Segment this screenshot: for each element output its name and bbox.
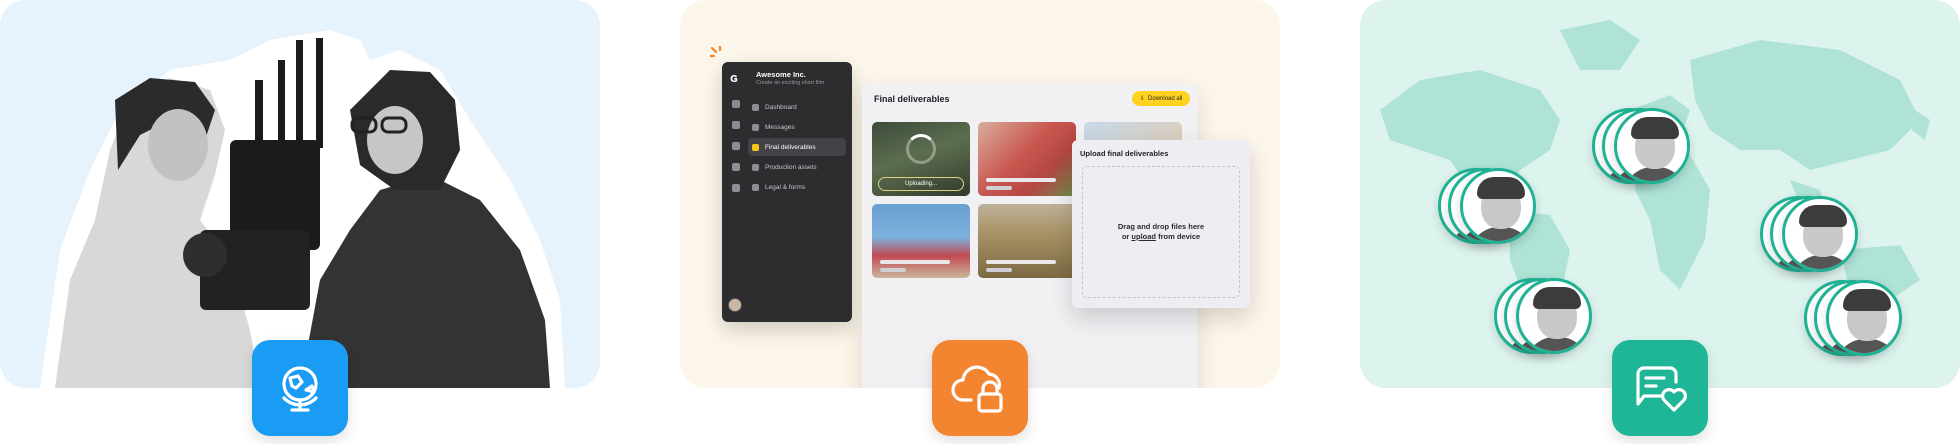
folder-icon[interactable] [732, 121, 740, 129]
deliverable-tile[interactable] [978, 204, 1076, 278]
sidebar-item-label: Legal & forms [765, 183, 806, 191]
team-member-stack[interactable] [1804, 280, 1914, 360]
tile-meta-placeholder [986, 268, 1012, 272]
deliverable-tile[interactable] [978, 122, 1076, 196]
app-sidebar: ɢ Awesome Inc. Create an exciting short … [722, 62, 852, 322]
avatar[interactable] [728, 298, 742, 312]
file-dropzone[interactable]: Drag and drop files here or upload from … [1082, 166, 1240, 298]
upload-modal: Upload final deliverables Drag and drop … [1072, 140, 1250, 308]
sidebar-item-label: Production assets [765, 163, 817, 171]
app-logo-icon: ɢ [730, 70, 738, 85]
collaboration-card [0, 0, 600, 388]
sidebar-item-production-assets[interactable]: Production assets [748, 158, 846, 176]
tile-title-placeholder [986, 260, 1056, 264]
tile-meta-placeholder [880, 268, 906, 272]
icon-rail [728, 100, 744, 205]
tile-title-placeholder [880, 260, 950, 264]
uploading-status: Uploading... [878, 177, 964, 191]
download-icon: ⇩ [1140, 96, 1146, 102]
chat-heart-badge [1612, 340, 1708, 436]
film-crew-photo [40, 30, 565, 388]
avatar [1516, 278, 1592, 354]
dropzone-secondary: or upload from device [1122, 232, 1200, 242]
company-name: Awesome Inc. [756, 70, 806, 79]
avatar [1782, 196, 1858, 272]
project-tagline: Create an exciting short film [756, 80, 825, 86]
deliverables-card: ɢ Awesome Inc. Create an exciting short … [680, 0, 1280, 388]
globe-icon [282, 366, 318, 412]
tile-meta-placeholder [986, 186, 1012, 190]
dropzone-suffix: from device [1156, 232, 1201, 241]
deliverables-icon [752, 143, 759, 151]
download-all-label: Download all [1148, 95, 1183, 102]
dropzone-prefix: or [1121, 232, 1132, 241]
chat-heart-icon [1636, 366, 1687, 412]
cloud-lock-icon [951, 365, 1003, 413]
page-title: Final deliverables [874, 94, 950, 104]
deliverable-tile-uploading[interactable]: Uploading... [872, 122, 970, 196]
dropzone-instruction: Drag and drop files here [1117, 222, 1205, 231]
modal-title: Upload final deliverables [1080, 149, 1169, 158]
more-icon[interactable] [732, 184, 740, 192]
dashboard-icon [752, 103, 759, 111]
global-talent-card [1360, 0, 1960, 388]
tile-title-placeholder [986, 178, 1056, 182]
cloud-lock-badge [932, 340, 1028, 436]
avatar [1826, 280, 1902, 356]
avatar [1460, 168, 1536, 244]
sidebar-item-messages[interactable]: Messages [748, 118, 846, 136]
messages-icon [752, 123, 759, 131]
upload-link[interactable]: upload [1131, 232, 1156, 241]
home-icon[interactable] [732, 100, 740, 108]
download-all-button[interactable]: ⇩ Download all [1132, 91, 1191, 106]
sidebar-menu: Dashboard Messages Final deliverables Pr… [748, 98, 846, 198]
legal-icon [752, 183, 759, 191]
sidebar-item-legal-forms[interactable]: Legal & forms [748, 178, 846, 196]
feature-cards: ɢ Awesome Inc. Create an exciting short … [0, 0, 1960, 444]
team-member-stack[interactable] [1760, 196, 1870, 276]
deliverable-tile[interactable] [872, 204, 970, 278]
team-member-stack[interactable] [1494, 278, 1604, 358]
sidebar-item-label: Dashboard [765, 103, 797, 111]
assets-icon [752, 163, 759, 171]
sidebar-item-label: Messages [765, 123, 795, 131]
loading-spinner-icon [906, 134, 936, 164]
globe-badge [252, 340, 348, 436]
sidebar-item-label: Final deliverables [765, 143, 816, 151]
team-member-stack[interactable] [1438, 168, 1548, 248]
team-member-stack[interactable] [1592, 108, 1702, 188]
sidebar-item-final-deliverables[interactable]: Final deliverables [748, 138, 846, 156]
avatar [1614, 108, 1690, 184]
document-icon[interactable] [732, 142, 740, 150]
eye-icon[interactable] [732, 163, 740, 171]
sidebar-item-dashboard[interactable]: Dashboard [748, 98, 846, 116]
